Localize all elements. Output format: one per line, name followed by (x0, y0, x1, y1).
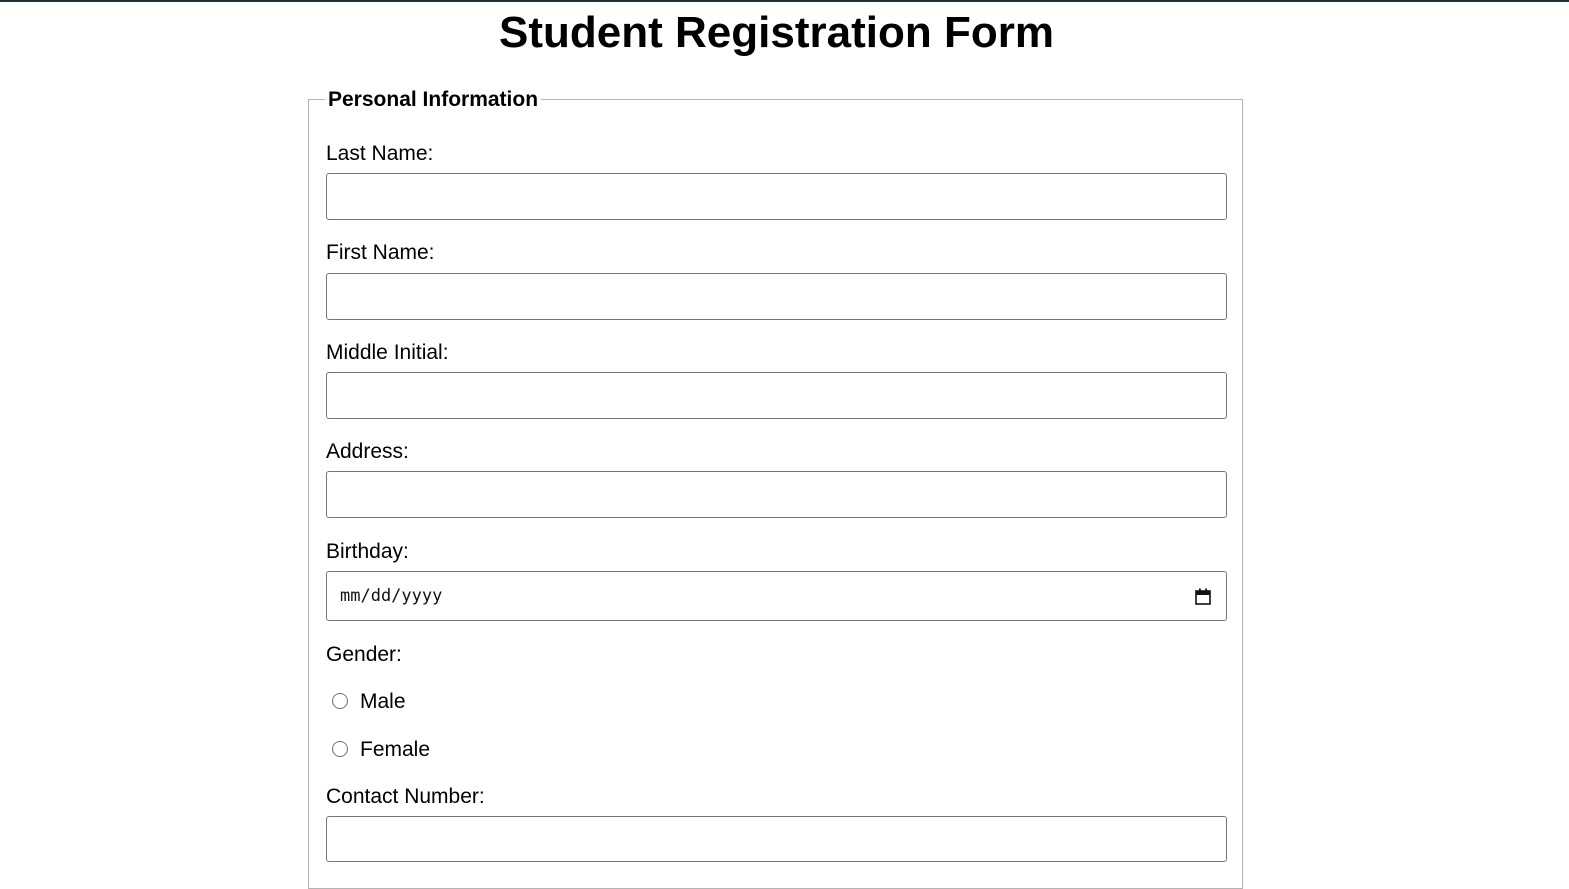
gender-label: Gender: (326, 643, 402, 666)
contact-number-label: Contact Number: (326, 785, 485, 808)
calendar-icon[interactable] (1195, 588, 1211, 605)
first-name-label: First Name: (326, 241, 435, 264)
middle-initial-input[interactable] (326, 372, 1227, 419)
birthday-date-input[interactable]: mm/dd/yyyy (326, 571, 1227, 621)
address-label: Address: (326, 440, 409, 463)
fieldset-legend: Personal Information (325, 88, 542, 112)
middle-initial-label: Middle Initial: (326, 341, 449, 364)
address-input[interactable] (326, 471, 1227, 518)
page-title: Student Registration Form (499, 8, 1054, 57)
birthday-placeholder: mm/dd/yyyy (340, 586, 443, 606)
male-radio-label[interactable]: Male (360, 690, 406, 714)
contact-number-input[interactable] (326, 816, 1227, 862)
male-radio[interactable] (332, 693, 348, 709)
top-border (0, 0, 1569, 2)
birthday-label: Birthday: (326, 540, 409, 563)
last-name-input[interactable] (326, 173, 1227, 220)
first-name-input[interactable] (326, 273, 1227, 320)
female-radio-label[interactable]: Female (360, 738, 430, 762)
last-name-label: Last Name: (326, 142, 434, 165)
female-radio[interactable] (332, 741, 348, 757)
